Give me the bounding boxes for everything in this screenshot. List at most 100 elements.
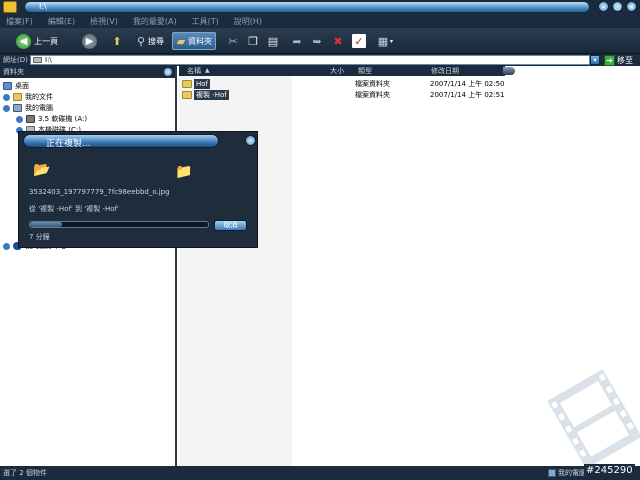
folders-icon: ▰ <box>176 34 186 48</box>
maximize-button[interactable]: □ <box>612 1 623 12</box>
back-label: 上一頁 <box>34 36 58 46</box>
tree-item-label: 我的電腦 <box>25 104 53 112</box>
folder-icon <box>182 80 192 88</box>
column-date[interactable]: 修改日期 <box>431 66 459 76</box>
tree-item-desktop[interactable]: 桌面 <box>3 81 29 91</box>
search-label: 搜尋 <box>148 36 164 46</box>
forward-button[interactable]: ▶ <box>82 32 100 50</box>
menu-tools[interactable]: 工具(T) <box>192 16 219 27</box>
file-type: 檔案資料夾 <box>355 80 390 88</box>
close-button[interactable]: × <box>626 1 637 12</box>
views-grid-icon: ▦ <box>377 34 389 48</box>
address-dropdown-button[interactable]: ▾ <box>590 55 600 65</box>
address-value: I:\ <box>45 56 52 64</box>
address-label: 網址(D) <box>3 56 28 64</box>
minimize-button[interactable]: – <box>598 1 609 12</box>
expand-icon[interactable] <box>16 115 23 123</box>
delete-button[interactable]: ✖ <box>331 32 345 50</box>
tree-item-my-documents[interactable]: 我的文件 <box>3 92 53 102</box>
folders-pane: 資料夾 桌面 我的文件 我的電腦 3.5 軟碟機 (A:) 本機磁碟 (C:) … <box>0 66 177 466</box>
file-date: 2007/1/14 上午 02:50 <box>430 80 505 88</box>
windows-logo-icon <box>3 1 17 13</box>
destination-folder-icon: 📁 <box>175 164 193 180</box>
file-name: Hof <box>194 79 211 89</box>
tree-item-label: 桌面 <box>15 82 29 90</box>
dialog-close-button[interactable] <box>245 135 256 146</box>
folder-icon <box>13 93 22 101</box>
floppy-icon <box>26 115 35 123</box>
back-button[interactable]: ◀ 上一頁 <box>16 32 58 50</box>
computer-icon <box>13 104 22 112</box>
copy-progress-bar <box>29 221 209 228</box>
menu-bar: 檔案(F) 編輯(E) 檢視(V) 我的最愛(A) 工具(T) 說明(H) <box>0 14 640 28</box>
file-row[interactable]: Hof 檔案資料夾 2007/1/14 上午 02:50 <box>179 79 509 89</box>
delete-icon: ✖ <box>333 34 343 48</box>
pane-close-button[interactable] <box>164 68 172 76</box>
copy-to-button[interactable]: ➥ <box>310 32 324 50</box>
folders-button[interactable]: ▰ 資料夾 <box>172 32 216 50</box>
address-input[interactable]: I:\ <box>30 55 590 65</box>
menu-file[interactable]: 檔案(F) <box>6 16 33 27</box>
column-name[interactable]: 名稱 <box>187 66 201 76</box>
tree-item-my-computer[interactable]: 我的電腦 <box>3 103 53 113</box>
up-folder-button[interactable]: ⬆ <box>110 32 124 50</box>
undo-icon: ✓ <box>352 34 366 48</box>
dialog-title: 正在複製... <box>46 139 91 149</box>
copy-button[interactable]: ❐ <box>246 32 260 50</box>
image-id-badge: #245290 <box>584 464 635 478</box>
time-remaining: 7 分鐘 <box>29 233 50 241</box>
file-date: 2007/1/14 上午 02:51 <box>430 91 505 99</box>
move-to-button[interactable]: ➦ <box>290 32 304 50</box>
status-zone: 我的電腦 <box>548 466 586 480</box>
dialog-title-bar[interactable]: 正在複製... <box>23 134 219 149</box>
copy-icon: ❐ <box>248 34 258 48</box>
title-pill: I:\ <box>24 1 590 13</box>
column-header-end-cap <box>503 67 515 75</box>
expand-icon[interactable] <box>3 242 10 250</box>
copy-progress-fill <box>30 222 63 227</box>
file-row[interactable]: 複製 -Hof 檔案資料夾 2007/1/14 上午 02:51 <box>179 90 509 100</box>
window-title: I:\ <box>39 2 47 11</box>
paste-button[interactable]: ▤ <box>266 32 280 50</box>
go-button[interactable]: ➜ 移至 <box>604 54 633 66</box>
column-type[interactable]: 類型 <box>358 66 372 76</box>
collapse-icon[interactable] <box>3 104 10 112</box>
expand-icon[interactable] <box>3 93 10 101</box>
views-button[interactable]: ▦ ▾ <box>376 32 393 50</box>
folder-icon <box>182 91 192 99</box>
scissors-icon: ✂ <box>228 34 238 48</box>
tree-item-floppy[interactable]: 3.5 軟碟機 (A:) <box>16 114 87 124</box>
back-arrow-icon: ◀ <box>16 33 31 49</box>
menu-favorites[interactable]: 我的最愛(A) <box>133 16 177 27</box>
desktop-icon <box>3 82 12 90</box>
menu-edit[interactable]: 編輯(E) <box>48 16 75 27</box>
search-button[interactable]: ⚲ 搜尋 <box>134 32 164 50</box>
go-arrow-icon: ➜ <box>604 54 615 66</box>
paste-icon: ▤ <box>267 34 279 48</box>
column-header-bar: 名稱 ▲ 大小 類型 修改日期 <box>179 66 505 76</box>
up-folder-icon: ⬆ <box>112 34 122 48</box>
file-type: 檔案資料夾 <box>355 91 390 99</box>
menu-help[interactable]: 說明(H) <box>234 16 262 27</box>
folders-pane-header: 資料夾 <box>0 66 175 78</box>
go-label: 移至 <box>617 55 633 65</box>
toolbar: ◀ 上一頁 ▶ ⬆ ⚲ 搜尋 ▰ 資料夾 ✂ ❐ ▤ ➦ ➥ ✖ ✓ ▦ ▾ <box>0 28 640 54</box>
copy-progress-dialog: 正在複製... 📂 📁 3532403_197797779_7fc98eebbd… <box>18 131 258 248</box>
move-to-icon: ➦ <box>292 34 302 48</box>
menu-view[interactable]: 檢視(V) <box>90 16 118 27</box>
status-zone-label: 我的電腦 <box>558 469 586 477</box>
computer-icon <box>548 469 556 477</box>
drive-icon <box>33 57 42 63</box>
folders-label: 資料夾 <box>188 36 212 46</box>
title-bar: I:\ – □ × <box>0 0 640 14</box>
cancel-button[interactable]: 取消 <box>214 220 247 231</box>
file-name: 複製 -Hof <box>194 90 229 100</box>
tree-item-label: 3.5 軟碟機 (A:) <box>38 115 88 123</box>
column-size[interactable]: 大小 <box>330 66 344 76</box>
copy-from-to: 從 '複製 -Hof' 到 '複製 -Hof' <box>29 205 119 213</box>
views-dropdown-icon: ▾ <box>390 37 394 45</box>
undo-button[interactable]: ✓ <box>352 32 366 50</box>
sort-ascending-icon: ▲ <box>205 67 210 74</box>
search-icon: ⚲ <box>136 34 146 48</box>
cut-button[interactable]: ✂ <box>226 32 240 50</box>
